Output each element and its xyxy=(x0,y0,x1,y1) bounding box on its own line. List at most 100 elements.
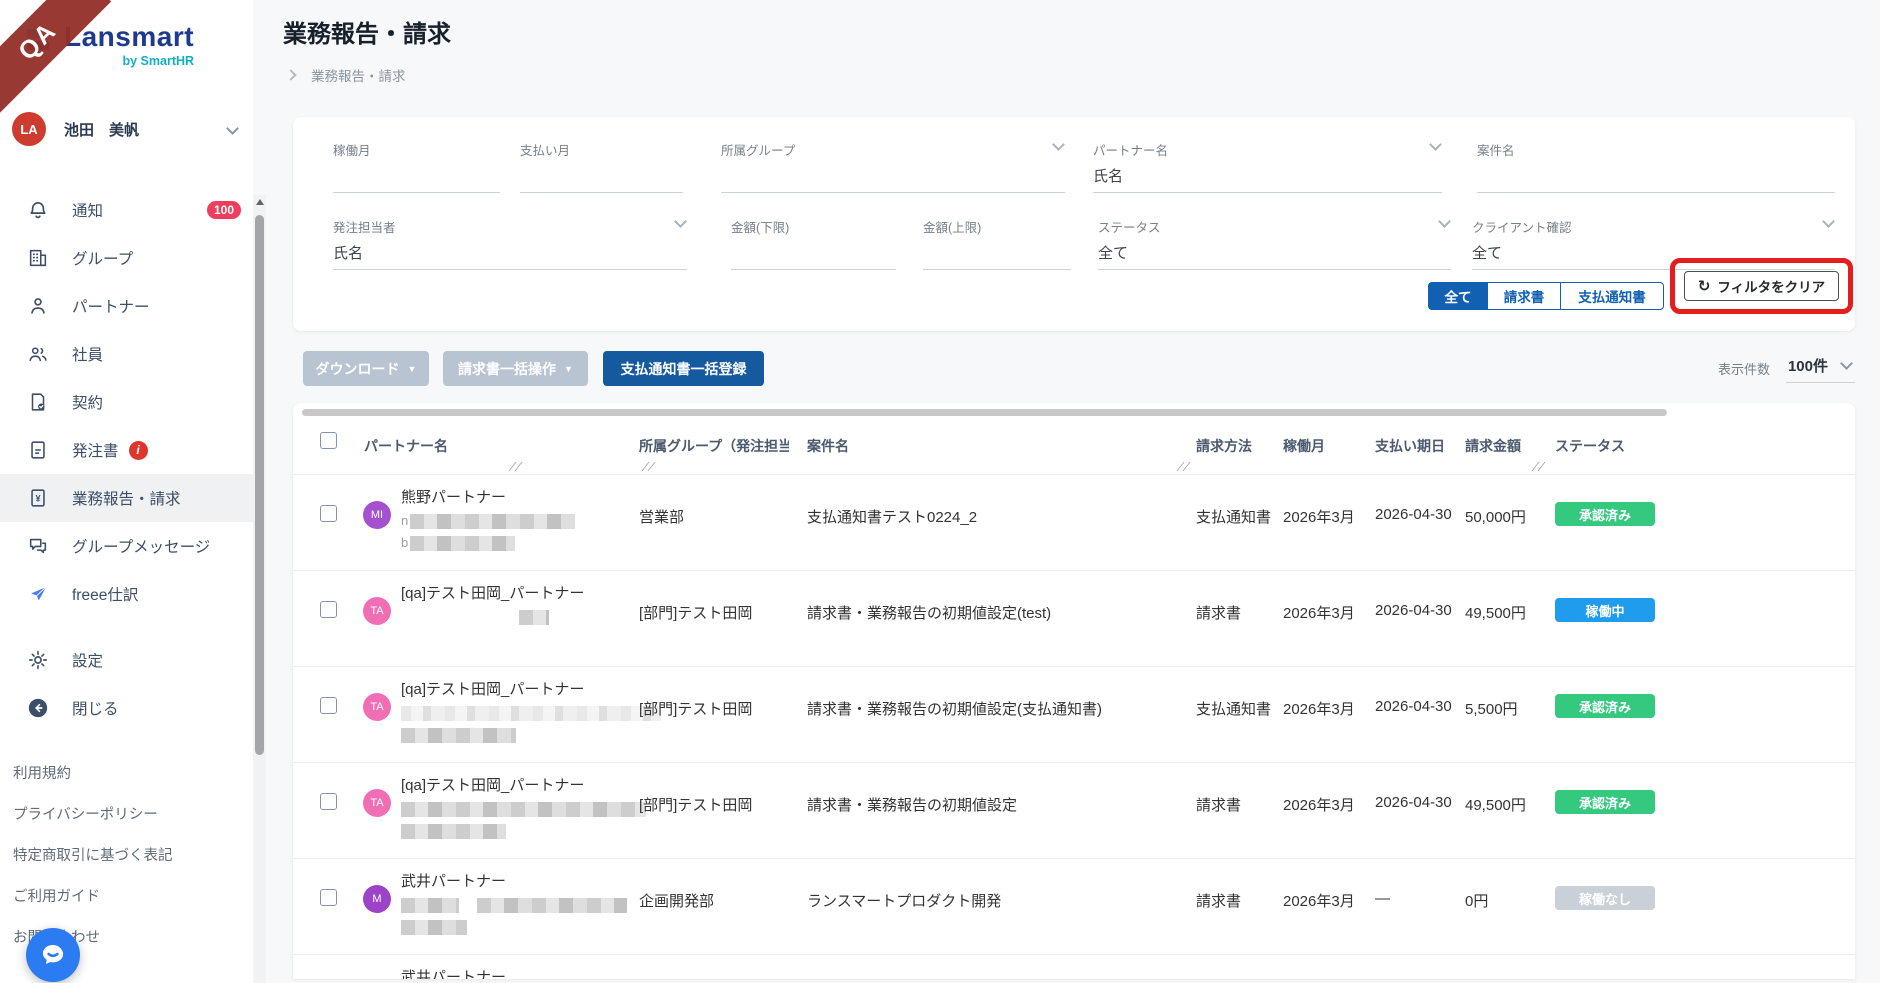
sidebar-item-freee-journal[interactable]: freee仕訳 xyxy=(0,570,253,618)
user-menu[interactable]: LA 池田 美帆 xyxy=(0,108,253,150)
group-select[interactable] xyxy=(721,160,1065,193)
sidebar-item-group-messages[interactable]: グループメッセージ xyxy=(0,522,253,570)
table-row[interactable]: MI 熊野パートナー n b 営業部 支払通知書テスト0224_2 支払通知書 … xyxy=(293,474,1855,570)
redacted-text xyxy=(401,705,661,721)
sidebar-scrollbar xyxy=(253,195,266,983)
status-select[interactable]: 全て xyxy=(1098,237,1451,270)
order-manager-select[interactable]: 氏名 xyxy=(333,237,687,270)
sidebar-item-work-reports[interactable]: ¥ 業務報告・請求 xyxy=(0,474,253,522)
payment-bulk-register-button[interactable]: 支払通知書一括登録 xyxy=(603,351,764,386)
amount-min-input[interactable] xyxy=(731,237,896,270)
avatar: TA xyxy=(363,693,391,721)
tab-payment-notice[interactable]: 支払通知書 xyxy=(1560,282,1664,310)
person-icon xyxy=(26,294,50,318)
bell-icon xyxy=(26,198,50,222)
partner-name-select[interactable]: 氏名 xyxy=(1093,160,1442,193)
header-method: 請求方法 xyxy=(1196,438,1252,454)
status-badge: 承認済み xyxy=(1555,502,1655,526)
case-cell: 請求書・業務報告の初期値設定 xyxy=(807,797,1018,814)
notification-count-badge: 100 xyxy=(206,201,241,219)
amount-max-input[interactable] xyxy=(923,237,1071,270)
chat-bubble-icon xyxy=(38,940,68,970)
contract-icon xyxy=(26,390,50,414)
alert-info-badge: i xyxy=(128,440,148,460)
filter-amount-min: 金額(下限) xyxy=(731,217,896,270)
table-row[interactable]: 武井パートナー xyxy=(293,954,1855,979)
sidebar-item-label: 通知 xyxy=(72,203,104,220)
table-row[interactable]: M 武井パートナー 企画開発部 ランスマートプロダクト開発 請求書 2026年3… xyxy=(293,858,1855,954)
redacted-text xyxy=(410,535,516,551)
table-row[interactable]: TA [qa]テスト田岡_パートナー [部門]テスト田岡 請求書・業務報告の初期… xyxy=(293,666,1855,762)
sidebar-item-partners[interactable]: パートナー xyxy=(0,282,253,330)
chevron-down-icon xyxy=(226,122,239,135)
partner-name: [qa]テスト田岡_パートナー xyxy=(401,585,585,602)
column-resize-handle[interactable] xyxy=(641,462,656,471)
sidebar-item-contracts[interactable]: 契約 xyxy=(0,378,253,426)
main-content: 業務報告・請求 業務報告・請求 稼働月 支払い月 所属グループ パートナー名 氏… xyxy=(266,0,1880,983)
tab-all[interactable]: 全て xyxy=(1428,282,1488,310)
amount-cell: 50,000円 xyxy=(1465,509,1526,526)
sidebar: QA Lansmart by SmartHR LA 池田 美帆 通知 100 グ… xyxy=(0,0,253,983)
avatar: LA xyxy=(12,112,46,146)
link-user-guide[interactable]: ご利用ガイド xyxy=(13,885,173,906)
sidebar-item-purchase-orders[interactable]: 発注書 i xyxy=(0,426,253,474)
redacted-text xyxy=(519,609,549,625)
status-badge: 稼働なし xyxy=(1555,886,1655,910)
row-checkbox[interactable] xyxy=(320,697,337,714)
month-cell: 2026年3月 xyxy=(1283,605,1355,622)
group-cell: [部門]テスト田岡 xyxy=(639,701,753,718)
method-cell: 請求書 xyxy=(1196,893,1242,910)
people-icon xyxy=(26,342,50,366)
tab-invoice[interactable]: 請求書 xyxy=(1488,282,1560,310)
select-all-checkbox[interactable] xyxy=(320,432,337,449)
logo-area: QA Lansmart by SmartHR xyxy=(0,0,253,115)
method-cell: 支払通知書 xyxy=(1196,701,1272,718)
filter-case-name: 案件名 xyxy=(1477,140,1835,193)
horizontal-scrollbar[interactable] xyxy=(302,409,1667,416)
document-type-tabs: 全て 請求書 支払通知書 xyxy=(1428,282,1664,310)
filter-amount-max: 金額(上限) xyxy=(923,217,1071,270)
sidebar-item-settings[interactable]: 設定 xyxy=(0,636,253,684)
column-resize-handle[interactable] xyxy=(508,462,523,471)
month-cell: 2026年3月 xyxy=(1283,797,1355,814)
invoice-icon: ¥ xyxy=(26,486,50,510)
payment-month-input[interactable] xyxy=(520,160,683,193)
table-row[interactable]: TA [qa]テスト田岡_パートナー [部門]テスト田岡 請求書・業務報告の初期… xyxy=(293,762,1855,858)
row-checkbox[interactable] xyxy=(320,889,337,906)
breadcrumb-item[interactable]: 業務報告・請求 xyxy=(311,65,406,85)
redacted-text xyxy=(401,801,646,817)
link-privacy-policy[interactable]: プライバシーポリシー xyxy=(13,803,173,824)
invoice-bulk-button[interactable]: 請求書一括操作 ▼ xyxy=(443,351,588,386)
link-terms[interactable]: 利用規約 xyxy=(13,762,173,783)
sidebar-item-notifications[interactable]: 通知 100 xyxy=(0,186,253,234)
header-due: 支払い期日 xyxy=(1375,438,1445,454)
table-row[interactable]: TA [qa]テスト田岡_パートナー [部門]テスト田岡 請求書・業務報告の初期… xyxy=(293,570,1855,666)
row-checkbox[interactable] xyxy=(320,601,337,618)
due-cell: 2026-04-30 xyxy=(1375,794,1452,811)
display-count-select[interactable]: 100件 xyxy=(1785,355,1855,383)
scrollbar-thumb[interactable] xyxy=(255,215,264,755)
case-name-input[interactable] xyxy=(1477,160,1835,193)
chat-launcher-button[interactable] xyxy=(26,928,80,982)
method-cell: 請求書 xyxy=(1196,605,1242,622)
clear-filter-button[interactable]: ↻ フィルタをクリア xyxy=(1684,271,1839,301)
sidebar-item-label: 設定 xyxy=(72,653,104,670)
working-month-input[interactable] xyxy=(333,160,500,193)
sidebar-item-label: 業務報告・請求 xyxy=(72,491,181,508)
row-checkbox[interactable] xyxy=(320,793,337,810)
header-status: ステータス xyxy=(1555,438,1625,454)
redacted-text xyxy=(401,897,459,913)
scroll-up-arrow-icon[interactable] xyxy=(255,199,264,205)
filter-group: 所属グループ xyxy=(721,138,1065,193)
link-commercial-law[interactable]: 特定商取引に基づく表記 xyxy=(13,844,173,865)
sidebar-item-collapse[interactable]: 閉じる xyxy=(0,684,253,732)
download-button[interactable]: ダウンロード ▼ xyxy=(303,351,429,386)
sidebar-item-employees[interactable]: 社員 xyxy=(0,330,253,378)
column-resize-handle[interactable] xyxy=(1176,462,1191,471)
building-icon xyxy=(26,246,50,270)
column-resize-handle[interactable] xyxy=(1531,462,1546,471)
month-cell: 2026年3月 xyxy=(1283,701,1355,718)
sidebar-item-label: 発注書 xyxy=(72,443,119,460)
row-checkbox[interactable] xyxy=(320,505,337,522)
sidebar-item-groups[interactable]: グループ xyxy=(0,234,253,282)
